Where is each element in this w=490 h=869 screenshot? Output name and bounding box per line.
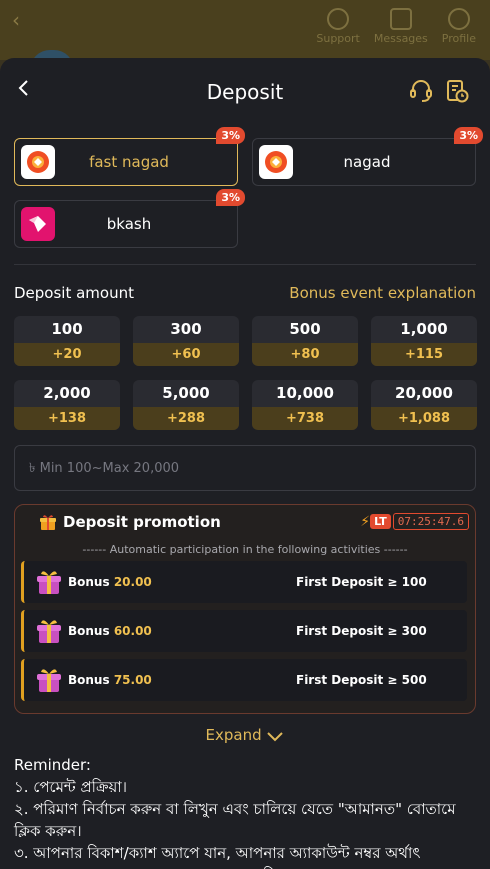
chip-bonus: +288 (133, 407, 239, 430)
promotion-condition: First Deposit ≥ 100 (296, 575, 427, 589)
promotion-condition: First Deposit ≥ 300 (296, 624, 427, 638)
amount-chip[interactable]: 20,000 +1,088 (371, 380, 477, 430)
background-back-icon: ‹ (12, 8, 20, 32)
promotion-condition: First Deposit ≥ 500 (296, 673, 427, 687)
chevron-down-icon (267, 731, 284, 741)
section-divider (14, 264, 476, 265)
gear-icon (447, 8, 470, 30)
chip-bonus: +1,088 (371, 407, 477, 430)
amount-chip[interactable]: 300 +60 (133, 316, 239, 366)
gift-box-icon (37, 620, 61, 643)
background-toolbar: Support Messages Profile (316, 8, 476, 45)
deposit-amount-label: Deposit amount (14, 284, 134, 302)
background-profile: Profile (442, 8, 476, 45)
chip-bonus: +80 (252, 343, 358, 366)
bonus-explanation-link[interactable]: Bonus event explanation (289, 284, 476, 302)
method-badge: 3% (216, 189, 245, 206)
chip-value: 500 (289, 320, 321, 338)
promotion-row: Bonus 60.00 First Deposit ≥ 300 (21, 610, 467, 652)
message-icon (389, 8, 412, 30)
chip-value: 300 (170, 320, 202, 338)
bonus-label: Bonus (68, 624, 110, 638)
promotion-title-text: Deposit promotion (63, 513, 221, 531)
chip-value: 100 (51, 320, 83, 338)
chip-bonus: +20 (14, 343, 120, 366)
promotion-row: Bonus 20.00 First Deposit ≥ 100 (21, 561, 467, 603)
background-messages-label: Messages (373, 32, 428, 45)
limited-time-badge: LT (370, 514, 391, 529)
chip-value: 2,000 (43, 384, 91, 402)
promotion-subtitle: ------ Automatic participation in the fo… (82, 543, 408, 556)
amount-input[interactable] (14, 445, 476, 491)
amount-chip[interactable]: 2,000 +138 (14, 380, 120, 430)
deposit-history-icon[interactable] (444, 78, 470, 104)
amount-chip[interactable]: 10,000 +738 (252, 380, 358, 430)
chip-bonus: +138 (14, 407, 120, 430)
background-support-label: Support (316, 32, 360, 45)
method-badge: 3% (216, 127, 245, 144)
gift-box-icon (37, 669, 61, 692)
deposit-sheet: Deposit fast nagad 3% nagad 3% bkash 3% … (0, 58, 490, 869)
reminder-title: Reminder: (14, 756, 91, 774)
nagad-logo-icon (21, 145, 55, 179)
chip-bonus: +115 (371, 343, 477, 366)
background-profile-label: Profile (441, 32, 476, 45)
bonus-label: Bonus (68, 673, 110, 687)
promotion-bonus: Bonus 20.00 (68, 575, 228, 589)
deposit-header: Deposit (0, 58, 490, 122)
payment-methods: fast nagad 3% nagad 3% bkash 3% (0, 122, 490, 250)
deposit-amount-header: Deposit amount Bonus event explanation (14, 284, 476, 302)
countdown-timer: 07:25:47.6 (392, 513, 469, 530)
reminder-line: ১. পেমেন্ট প্রক্রিয়া। (14, 778, 128, 796)
amount-chip-grid: 100 +20 300 +60 500 +80 1,000 +115 2,000 +138… (14, 316, 477, 430)
bonus-amount: 20.00 (113, 575, 152, 589)
chip-value: 1,000 (400, 320, 448, 338)
chip-bonus: +60 (133, 343, 239, 366)
headset-icon (327, 8, 350, 30)
promotion-bonus: Bonus 60.00 (68, 624, 228, 638)
lightning-icon: ⚡ (360, 513, 371, 530)
chip-value: 5,000 (162, 384, 210, 402)
chip-value: 10,000 (276, 384, 334, 402)
reminder-line: ৩. আপনার বিকাশ/ক্যাশ অ্যাপে যান, আপনার অ… (14, 844, 421, 869)
background-messages: Messages (374, 8, 428, 45)
chip-value: 20,000 (395, 384, 453, 402)
promotion-bonus: Bonus 75.00 (68, 673, 228, 687)
method-fast-nagad[interactable]: fast nagad 3% (14, 127, 245, 186)
method-bkash[interactable]: bkash 3% (14, 189, 245, 248)
method-nagad[interactable]: nagad 3% (252, 127, 483, 186)
reminder-text: Reminder: ১. পেমেন্ট প্রক্রিয়া। ২. পরিম… (14, 754, 476, 869)
promotion-header: Deposit promotion ⚡ LT 07:25:47.6 (15, 505, 475, 539)
deposit-promotion-panel: Deposit promotion ⚡ LT 07:25:47.6 ------… (14, 504, 476, 714)
expand-button[interactable]: Expand (0, 726, 490, 744)
nagad-logo-icon (259, 145, 293, 179)
amount-chip[interactable]: 100 +20 (14, 316, 120, 366)
promotion-timer: ⚡ LT 07:25:47.6 (360, 513, 469, 530)
method-label: fast nagad (89, 153, 169, 171)
method-label: bkash (106, 215, 152, 233)
promotion-title: Deposit promotion (39, 513, 221, 531)
background-app-bar: ‹ Support Messages Profile (0, 0, 490, 70)
expand-label: Expand (205, 726, 262, 744)
method-label: nagad (343, 153, 391, 171)
method-badge: 3% (454, 127, 483, 144)
amount-chip[interactable]: 5,000 +288 (133, 380, 239, 430)
customer-support-icon[interactable] (408, 78, 434, 104)
bonus-amount: 75.00 (113, 673, 152, 687)
background-support: Support (316, 8, 360, 45)
gift-box-icon (37, 571, 61, 594)
amount-chip[interactable]: 1,000 +115 (371, 316, 477, 366)
reminder-line: ২. পরিমাণ নির্বাচন করুন বা লিখুন এবং চাল… (14, 800, 456, 840)
bonus-amount: 60.00 (113, 624, 152, 638)
bkash-logo-icon (21, 207, 55, 241)
bonus-label: Bonus (68, 575, 110, 589)
gift-icon (40, 515, 56, 530)
promotion-row: Bonus 75.00 First Deposit ≥ 500 (21, 659, 467, 701)
chip-bonus: +738 (252, 407, 358, 430)
amount-chip[interactable]: 500 +80 (252, 316, 358, 366)
